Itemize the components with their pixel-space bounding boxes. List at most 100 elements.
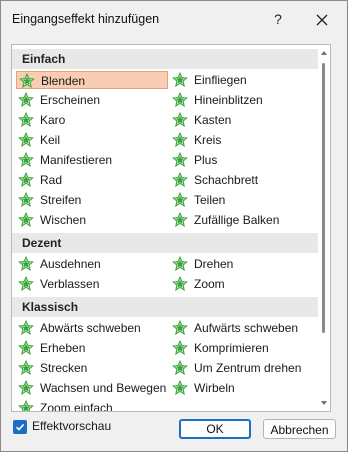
effect-item-plus[interactable]: Plus xyxy=(170,151,318,169)
star-effect-icon xyxy=(18,171,34,188)
effect-preview-checkbox[interactable] xyxy=(13,420,27,434)
effect-item-komprimieren[interactable]: Komprimieren xyxy=(170,339,318,357)
star-effect-icon xyxy=(18,111,34,128)
star-effect-icon xyxy=(172,91,188,108)
effect-item-zoom-einfach[interactable]: Zoom einfach xyxy=(16,399,168,412)
effect-item-label: Streifen xyxy=(40,193,82,207)
effect-item-wirbeln[interactable]: Wirbeln xyxy=(170,379,318,397)
star-effect-icon xyxy=(18,339,34,356)
effect-item-label: Wirbeln xyxy=(194,381,235,395)
group-header-dezent: Dezent xyxy=(12,233,318,253)
effect-item-label: Rad xyxy=(40,173,63,187)
effect-item-streifen[interactable]: Streifen xyxy=(16,191,168,209)
effect-item-abwaerts-schweben[interactable]: Abwärts schweben xyxy=(16,319,168,337)
star-effect-icon xyxy=(18,151,34,168)
scroll-thumb[interactable] xyxy=(322,63,325,333)
ok-button[interactable]: OK xyxy=(179,419,251,439)
help-button[interactable]: ? xyxy=(269,9,287,29)
star-effect-icon xyxy=(172,71,188,88)
star-effect-icon xyxy=(172,275,188,292)
effect-item-kreis[interactable]: Kreis xyxy=(170,131,318,149)
effect-item-label: Manifestieren xyxy=(40,153,113,167)
star-effect-icon xyxy=(19,72,35,89)
star-effect-icon xyxy=(172,359,188,376)
scroll-down-arrow-icon[interactable] xyxy=(320,399,328,407)
effect-item-drehen[interactable]: Drehen xyxy=(170,255,318,273)
star-effect-icon xyxy=(18,255,34,272)
star-effect-icon xyxy=(172,191,188,208)
star-effect-icon xyxy=(18,191,34,208)
effect-item-label: Keil xyxy=(40,133,61,147)
effect-item-label: Schachbrett xyxy=(194,173,259,187)
effect-item-label: Abwärts schweben xyxy=(40,321,141,335)
effect-item-label: Komprimieren xyxy=(194,341,269,355)
effect-item-label: Ausdehnen xyxy=(40,257,101,271)
effect-item-strecken[interactable]: Strecken xyxy=(16,359,168,377)
star-effect-icon xyxy=(172,151,188,168)
star-effect-icon xyxy=(18,131,34,148)
effect-item-hineinblitzen[interactable]: Hineinblitzen xyxy=(170,91,318,109)
effect-item-rad[interactable]: Rad xyxy=(16,171,168,189)
effect-item-label: Zufällige Balken xyxy=(194,213,280,227)
effect-item-blenden[interactable]: Blenden xyxy=(16,71,168,89)
effect-item-aufwaerts-schweben[interactable]: Aufwärts schweben xyxy=(170,319,318,337)
effect-item-einfliegen[interactable]: Einfliegen xyxy=(170,71,318,89)
scroll-up-arrow-icon[interactable] xyxy=(320,49,328,57)
star-effect-icon xyxy=(18,319,34,336)
effect-item-label: Hineinblitzen xyxy=(194,93,263,107)
effect-item-zoom[interactable]: Zoom xyxy=(170,275,318,293)
star-effect-icon xyxy=(172,255,188,272)
effect-item-verblassen[interactable]: Verblassen xyxy=(16,275,168,293)
effect-item-label: Kreis xyxy=(194,133,222,147)
effect-item-label: Erscheinen xyxy=(40,93,101,107)
effect-item-erscheinen[interactable]: Erscheinen xyxy=(16,91,168,109)
effect-item-label: Kasten xyxy=(194,113,232,127)
effect-item-label: Blenden xyxy=(41,74,86,88)
checkmark-icon xyxy=(15,423,25,431)
effect-item-keil[interactable]: Keil xyxy=(16,131,168,149)
effect-item-erheben[interactable]: Erheben xyxy=(16,339,168,357)
star-effect-icon xyxy=(172,379,188,396)
star-effect-icon xyxy=(172,319,188,336)
effect-item-label: Einfliegen xyxy=(194,73,247,87)
effect-item-wachsen-und-bewegen[interactable]: Wachsen und Bewegen xyxy=(16,379,168,397)
star-effect-icon xyxy=(172,211,188,228)
effect-item-label: Teilen xyxy=(194,193,226,207)
star-effect-icon xyxy=(18,359,34,376)
title-bar: Eingangseffekt hinzufügen ? xyxy=(1,1,347,37)
effect-item-label: Wachsen und Bewegen xyxy=(40,381,167,395)
effect-item-label: Zoom einfach xyxy=(40,401,113,412)
effect-preview-label[interactable]: Effektvorschau xyxy=(32,419,111,433)
group-header-einfach: Einfach xyxy=(12,49,318,69)
effect-item-label: Strecken xyxy=(40,361,88,375)
star-effect-icon xyxy=(18,91,34,108)
effect-item-zufaellige-balken[interactable]: Zufällige Balken xyxy=(170,211,318,229)
effect-item-label: Plus xyxy=(194,153,218,167)
effect-item-manifestieren[interactable]: Manifestieren xyxy=(16,151,168,169)
effect-item-teilen[interactable]: Teilen xyxy=(170,191,318,209)
dialog-title: Eingangseffekt hinzufügen xyxy=(12,12,160,26)
star-effect-icon xyxy=(172,171,188,188)
effect-item-karo[interactable]: Karo xyxy=(16,111,168,129)
star-effect-icon xyxy=(18,211,34,228)
effect-list[interactable]: Einfach Blenden Einfliegen Erscheinen Hinein… xyxy=(11,44,331,412)
cancel-button[interactable]: Abbrechen xyxy=(263,419,336,439)
group-header-klassisch: Klassisch xyxy=(12,297,318,317)
star-effect-icon xyxy=(172,339,188,356)
add-entrance-effect-dialog: Eingangseffekt hinzufügen ? Einfach Blend… xyxy=(0,0,348,452)
star-effect-icon xyxy=(172,111,188,128)
effect-item-um-zentrum-drehen[interactable]: Um Zentrum drehen xyxy=(170,359,318,377)
star-effect-icon xyxy=(18,399,34,411)
vertical-scrollbar[interactable] xyxy=(319,45,329,411)
effect-item-wischen[interactable]: Wischen xyxy=(16,211,168,229)
star-effect-icon xyxy=(18,379,34,396)
effect-item-ausdehnen[interactable]: Ausdehnen xyxy=(16,255,168,273)
effect-item-label: Zoom xyxy=(194,277,225,291)
effect-item-label: Karo xyxy=(40,113,66,127)
effect-item-label: Wischen xyxy=(40,213,87,227)
effect-item-label: Drehen xyxy=(194,257,234,271)
effect-item-schachbrett[interactable]: Schachbrett xyxy=(170,171,318,189)
effect-item-label: Verblassen xyxy=(40,277,100,291)
close-icon[interactable] xyxy=(311,9,333,31)
effect-item-kasten[interactable]: Kasten xyxy=(170,111,318,129)
